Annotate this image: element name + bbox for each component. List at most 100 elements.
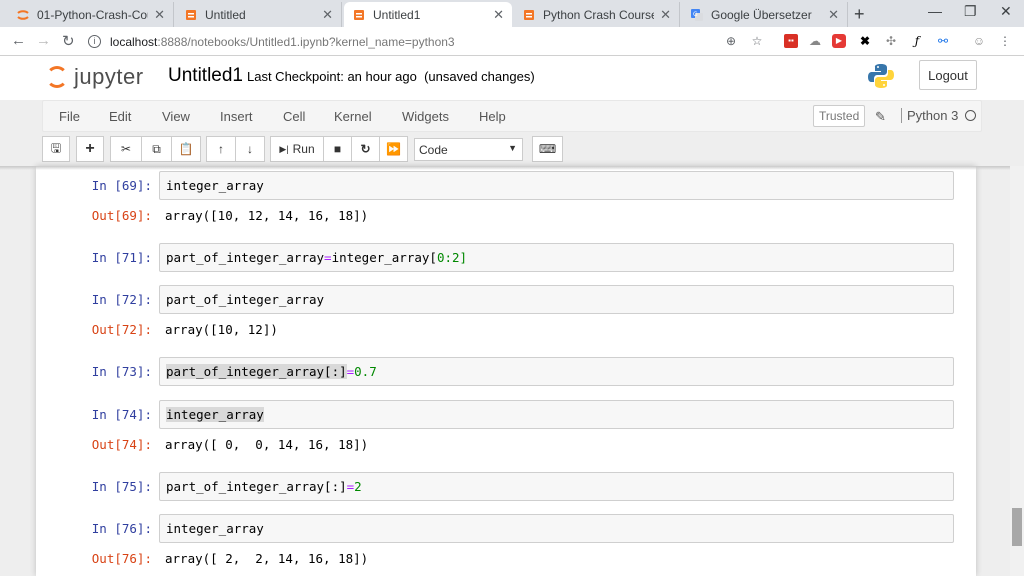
logout-button[interactable]: Logout bbox=[919, 60, 977, 90]
function-extension-icon[interactable]: ƒ bbox=[910, 34, 924, 48]
tab-title: Google Übersetzer bbox=[711, 7, 812, 22]
tab-title: 01-Python-Crash-Course/ bbox=[37, 7, 148, 22]
restart-icon: ↻ bbox=[360, 142, 371, 156]
checkpoint-status: Last Checkpoint: an hour ago (unsaved ch… bbox=[247, 69, 535, 84]
notebook-name[interactable]: Untitled1 bbox=[168, 65, 243, 87]
code-text: integer_array bbox=[166, 521, 264, 536]
menu-insert[interactable]: Insert bbox=[220, 109, 253, 124]
cloud-extension-icon[interactable]: ☁ bbox=[808, 34, 822, 48]
restart-run-all-button[interactable]: ⏩ bbox=[379, 136, 408, 162]
menu-cell[interactable]: Cell bbox=[283, 109, 305, 124]
notebook-tab-icon bbox=[352, 8, 366, 22]
code-cell-input[interactable]: integer_array bbox=[159, 514, 954, 543]
notebook-tab-icon bbox=[522, 8, 536, 22]
forward-icon[interactable]: → bbox=[36, 32, 51, 49]
close-tab-icon[interactable]: ✕ bbox=[660, 7, 671, 23]
extension-icon[interactable]: ▪▪ bbox=[784, 34, 798, 48]
reload-icon[interactable]: ↻ bbox=[62, 32, 75, 50]
autosave-status: (unsaved changes) bbox=[424, 69, 535, 84]
cut-button[interactable]: ✂ bbox=[110, 136, 142, 162]
jupyter-logo-text: jupyter bbox=[74, 64, 144, 89]
code-token: part_of_integer_array bbox=[166, 250, 325, 265]
caret-down-icon: ▼ bbox=[508, 143, 517, 153]
arrow-down-icon: ↓ bbox=[247, 142, 253, 156]
browser-tab[interactable]: Python Crash Course Exerci ✕ bbox=[514, 2, 680, 27]
code-text: part_of_integer_array bbox=[166, 292, 325, 307]
trusted-indicator[interactable]: Trusted bbox=[813, 105, 866, 127]
save-button[interactable]: 🖫 bbox=[42, 136, 70, 162]
code-text: part_of_integer_array=integer_array[0:2] bbox=[166, 250, 467, 265]
code-cell-input[interactable]: part_of_integer_array=integer_array[0:2] bbox=[159, 243, 954, 272]
code-cell-input[interactable]: part_of_integer_array[:]=0.7 bbox=[159, 357, 954, 386]
close-tab-icon[interactable]: ✕ bbox=[322, 7, 333, 23]
jupyter-logo[interactable]: jupyter bbox=[46, 64, 144, 90]
tab-title: Python Crash Course Exerci bbox=[543, 7, 655, 22]
fast-forward-icon: ⏩ bbox=[386, 142, 401, 156]
cell-output: array([10, 12]) bbox=[165, 322, 278, 337]
browser-tab[interactable]: G Google Übersetzer ✕ bbox=[682, 2, 848, 27]
python-logo-icon bbox=[868, 64, 894, 88]
menu-edit[interactable]: Edit bbox=[109, 109, 131, 124]
minimize-icon[interactable]: — bbox=[928, 3, 942, 19]
maximize-icon[interactable]: ❐ bbox=[964, 3, 977, 20]
cell-type-select[interactable]: Code ▼ bbox=[414, 138, 523, 161]
close-window-icon[interactable]: ✕ bbox=[1000, 3, 1012, 20]
save-icon: 🖫 bbox=[50, 140, 62, 155]
code-cell-input[interactable]: integer_array bbox=[159, 400, 954, 429]
close-tab-icon[interactable]: ✕ bbox=[154, 7, 165, 23]
profile-avatar-icon[interactable]: ☺ bbox=[972, 34, 986, 48]
close-tab-icon[interactable]: ✕ bbox=[828, 7, 839, 23]
browser-tab[interactable]: Untitled ✕ bbox=[176, 2, 342, 27]
browser-tab[interactable]: 01-Python-Crash-Course/ ✕ bbox=[8, 2, 174, 27]
command-palette-button[interactable]: ⌨ bbox=[532, 136, 563, 162]
input-prompt: In [76]: bbox=[91, 521, 152, 536]
tab-title: Untitled1 bbox=[373, 7, 421, 22]
code-token-highlighted: integer_array bbox=[166, 407, 264, 422]
move-up-button[interactable]: ↑ bbox=[206, 136, 236, 162]
code-cell-input[interactable]: integer_array bbox=[159, 171, 954, 200]
share-extension-icon[interactable]: ⚯ bbox=[936, 34, 950, 48]
interrupt-button[interactable]: ■ bbox=[323, 136, 352, 162]
code-cell-input[interactable]: part_of_integer_array bbox=[159, 285, 954, 314]
zoom-icon[interactable]: ⊕ bbox=[724, 34, 738, 48]
menu-kernel[interactable]: Kernel bbox=[334, 109, 372, 124]
puzzle-extension-icon[interactable]: ✣ bbox=[884, 34, 898, 48]
info-icon[interactable]: i bbox=[88, 35, 101, 48]
plus-icon: + bbox=[85, 140, 95, 157]
input-prompt: In [75]: bbox=[91, 479, 152, 494]
notebook-container: In [69]: integer_array Out[69]: array([1… bbox=[36, 166, 976, 576]
video-extension-icon[interactable]: ▶ bbox=[832, 34, 846, 48]
tools-extension-icon[interactable]: ✖ bbox=[858, 34, 872, 48]
run-button[interactable]: ▶| Run bbox=[270, 136, 324, 162]
code-number: 2 bbox=[452, 250, 460, 265]
scrollbar-thumb[interactable] bbox=[1012, 508, 1022, 546]
run-label: Run bbox=[292, 142, 315, 156]
input-prompt: In [73]: bbox=[91, 364, 152, 379]
close-tab-icon[interactable]: ✕ bbox=[493, 7, 504, 23]
cell-output: array([ 2, 2, 14, 16, 18]) bbox=[165, 551, 369, 566]
bookmark-star-icon[interactable]: ☆ bbox=[750, 34, 764, 48]
browser-tab-active[interactable]: Untitled1 ✕ bbox=[344, 2, 512, 27]
url-field[interactable]: i localhost:8888/notebooks/Untitled1.ipy… bbox=[88, 31, 778, 52]
menu-view[interactable]: View bbox=[162, 109, 190, 124]
insert-cell-button[interactable]: + bbox=[76, 136, 104, 162]
code-cell-input[interactable]: part_of_integer_array[:]=2 bbox=[159, 472, 954, 501]
code-text: part_of_integer_array[:]=2 bbox=[166, 479, 362, 494]
cell-type-value: Code bbox=[419, 142, 448, 157]
code-token: part_of_integer_array[:] bbox=[166, 479, 347, 494]
address-bar: ← → ↻ i localhost:8888/notebooks/Untitle… bbox=[0, 27, 1024, 56]
paste-button[interactable]: 📋 bbox=[171, 136, 201, 162]
move-down-button[interactable]: ↓ bbox=[235, 136, 265, 162]
browser-menu-icon[interactable]: ⋮ bbox=[998, 34, 1012, 48]
url-path: :8888/notebooks/Untitled1.ipynb?kernel_n… bbox=[157, 34, 455, 49]
back-icon[interactable]: ← bbox=[11, 32, 26, 49]
restart-button[interactable]: ↻ bbox=[351, 136, 380, 162]
copy-button[interactable]: ⧉ bbox=[141, 136, 172, 162]
kernel-name[interactable]: Python 3 bbox=[901, 108, 958, 123]
menu-help[interactable]: Help bbox=[479, 109, 506, 124]
menu-file[interactable]: File bbox=[59, 109, 80, 124]
new-tab-icon[interactable]: + bbox=[854, 4, 865, 25]
code-text: part_of_integer_array[:]=0.7 bbox=[166, 364, 377, 379]
output-prompt: Out[72]: bbox=[91, 322, 152, 337]
menu-widgets[interactable]: Widgets bbox=[402, 109, 449, 124]
